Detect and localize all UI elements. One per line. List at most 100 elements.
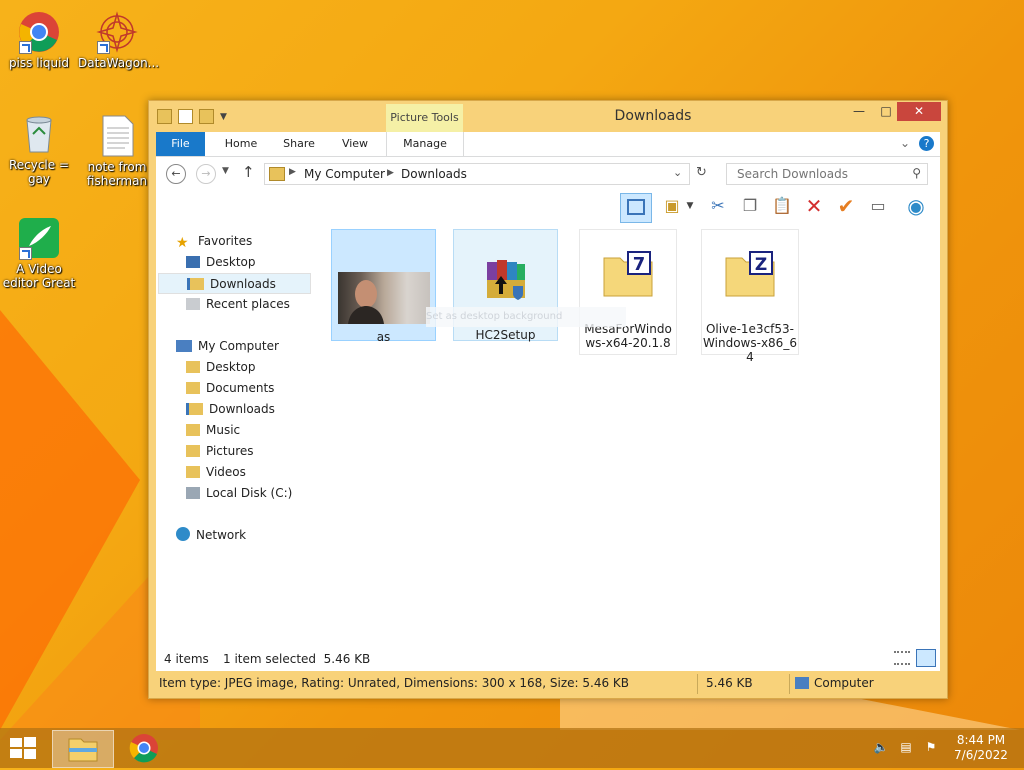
globe-icon[interactable]: ◉ — [904, 194, 928, 218]
tab-home[interactable]: Home — [216, 132, 266, 156]
tab-share[interactable]: Share — [274, 132, 324, 156]
nav-favorites-downloads[interactable]: Downloads — [158, 273, 311, 294]
chrome-icon — [129, 734, 158, 763]
drive-icon — [186, 487, 200, 499]
nav-label: Downloads — [209, 402, 275, 416]
nav-computer-videos[interactable]: Videos — [186, 462, 246, 483]
file-item-mesa[interactable]: 7 MesaForWindows-x64-20.1.8 — [579, 229, 677, 355]
file-item-as[interactable]: as — [331, 229, 436, 344]
datawagon-icon — [95, 10, 139, 54]
cut-icon[interactable]: ✂ — [706, 194, 730, 218]
pictures-folder-icon — [186, 445, 200, 457]
nav-computer-music[interactable]: Music — [186, 420, 240, 441]
copy-icon[interactable]: ❐ — [738, 194, 762, 218]
tab-manage[interactable]: Manage — [386, 132, 464, 156]
chrome-icon — [17, 10, 61, 54]
nav-computer-documents[interactable]: Documents — [186, 378, 274, 399]
breadcrumb-downloads[interactable]: Downloads — [401, 167, 467, 181]
file-item-olive[interactable]: Z Olive-1e3cf53-Windows-x86_64 — [701, 229, 799, 364]
forward-button[interactable]: → — [196, 164, 216, 184]
expand-ribbon-icon[interactable]: ⌄ — [900, 136, 910, 150]
select-folder-icon[interactable]: ▣ — [660, 194, 684, 218]
rename-icon[interactable]: ▭ — [866, 194, 890, 218]
wallpaper-shape — [0, 310, 140, 730]
clock-time: 8:44 PM — [956, 733, 1006, 747]
winrar-installer-icon — [481, 254, 531, 304]
refresh-button[interactable]: ↻ — [696, 165, 707, 180]
delete-icon[interactable]: ✕ — [802, 194, 826, 218]
zip-archive-icon: Z — [724, 250, 776, 298]
address-bar[interactable]: ▶ My Computer ▶ Downloads ⌄ — [264, 163, 690, 185]
desktop-icon-label: Recycle = gay — [8, 158, 70, 186]
large-icons-view-icon[interactable] — [916, 649, 936, 667]
desktop-icon-label: note from fisherman — [86, 160, 148, 188]
desktop-icon-datawagon[interactable]: DataWagon... — [78, 10, 159, 70]
image-thumbnail — [337, 272, 430, 324]
taskbar-file-explorer[interactable] — [52, 730, 114, 768]
nav-network[interactable]: Network — [176, 525, 246, 546]
computer-icon — [795, 677, 809, 689]
desktop-icon-video-editor[interactable]: A Video editor Great — [0, 216, 78, 290]
back-button[interactable]: ← — [166, 164, 186, 184]
desktop-icon-recycle-bin[interactable]: Recycle = gay — [0, 112, 78, 186]
desktop-icon-label: A Video editor Great — [2, 262, 76, 290]
nav-computer-pictures[interactable]: Pictures — [186, 441, 254, 462]
nav-computer-desktop[interactable]: Desktop — [186, 357, 256, 378]
recent-locations-icon[interactable]: ▼ — [222, 166, 229, 176]
downloads-folder-icon — [186, 403, 203, 415]
help-icon[interactable]: ? — [919, 136, 934, 151]
tooltip: Set as desktop background — [426, 307, 626, 327]
nav-label: Local Disk (C:) — [206, 486, 293, 500]
apply-icon[interactable]: ✔ — [834, 194, 858, 218]
nav-computer-local-disk[interactable]: Local Disk (C:) — [186, 483, 292, 504]
file-name: as — [376, 330, 391, 344]
up-button[interactable]: ↑ — [242, 163, 255, 181]
paste-icon[interactable]: 📋 — [770, 194, 794, 218]
shortcut-arrow-icon — [19, 41, 32, 54]
desktop-icon-note[interactable]: note from fisherman — [78, 114, 156, 188]
title-bar[interactable]: ▼ Picture Tools Downloads — □ ✕ — [149, 101, 947, 132]
search-icon[interactable]: ⚲ — [912, 166, 921, 180]
address-dropdown-icon[interactable]: ⌄ — [673, 166, 682, 179]
nav-my-computer[interactable]: My Computer — [176, 336, 279, 357]
action-center-icon[interactable]: ⚑ — [922, 740, 940, 756]
breadcrumb-my-computer[interactable]: My Computer — [304, 167, 385, 181]
window-title: Downloads — [614, 108, 692, 124]
separator — [789, 674, 790, 694]
music-folder-icon — [186, 424, 200, 436]
nav-label: My Computer — [198, 339, 279, 353]
nav-favorites-recent[interactable]: Recent places — [186, 294, 290, 315]
nav-label: Desktop — [206, 255, 256, 269]
nav-label: Music — [206, 423, 241, 437]
desktop-icon-chrome[interactable]: piss liquid — [0, 10, 78, 70]
network-icon — [176, 527, 190, 541]
desktop-icon — [186, 256, 200, 268]
taskbar-chrome[interactable] — [114, 730, 174, 766]
network-tray-icon[interactable]: ▤ — [897, 740, 915, 756]
details-view-icon[interactable] — [894, 651, 910, 665]
explorer-window: ▼ Picture Tools Downloads — □ ✕ File Hom… — [148, 100, 948, 699]
chevron-down-icon[interactable]: ▼ — [684, 194, 696, 218]
documents-folder-icon — [186, 382, 200, 394]
close-button[interactable]: ✕ — [897, 102, 941, 121]
minimize-button[interactable]: — — [845, 102, 873, 121]
tab-view[interactable]: View — [330, 132, 380, 156]
breadcrumb-separator-icon: ▶ — [387, 168, 394, 178]
nav-favorites[interactable]: ★ Favorites — [176, 231, 252, 252]
7zip-archive-icon: 7 — [602, 250, 654, 298]
maximize-button[interactable]: □ — [873, 102, 899, 121]
file-name: Olive-1e3cf53-Windows-x86_64 — [703, 322, 797, 364]
breadcrumb-separator-icon: ▶ — [289, 167, 296, 177]
preview-pane-button[interactable] — [620, 193, 652, 223]
start-button[interactable] — [8, 736, 38, 760]
star-icon: ★ — [176, 235, 189, 251]
search-input[interactable] — [735, 164, 909, 184]
nav-favorites-desktop[interactable]: Desktop — [186, 252, 256, 273]
recent-places-icon — [186, 298, 200, 310]
clock[interactable]: 8:44 PM 7/6/2022 — [948, 733, 1014, 763]
tab-file[interactable]: File — [156, 132, 205, 156]
folder-icon — [269, 167, 285, 181]
details-bar: Item type: JPEG image, Rating: Unrated, … — [149, 672, 947, 696]
nav-computer-downloads[interactable]: Downloads — [186, 399, 275, 420]
volume-muted-icon[interactable]: 🔈 — [872, 740, 890, 756]
